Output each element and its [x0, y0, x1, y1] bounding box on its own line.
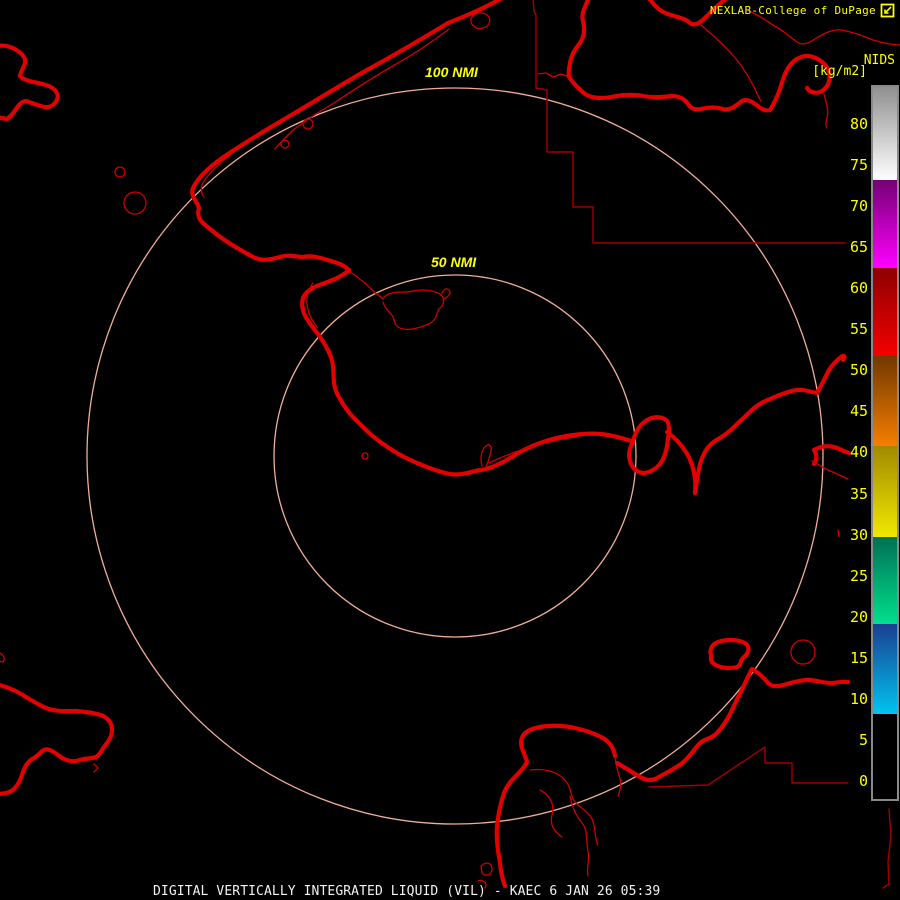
colorbar-tick-label: 30: [849, 526, 868, 544]
colorbar-tick-label: 5: [858, 731, 868, 749]
colorbar-tick-labels: 80 75 70 65 60 55 50 45 40 35 30 25 20 15 10 5 0: [832, 0, 868, 900]
colorbar-tick-label: 50: [849, 361, 868, 379]
colorbar-tick-label: 75: [849, 156, 868, 174]
map-small-circle-2: [302, 118, 314, 130]
map-small-circle-3: [280, 139, 290, 149]
colorbar-tick-label: 15: [849, 649, 868, 667]
map-junction-west-line: [537, 72, 570, 78]
colorbar-segment-4: [873, 446, 897, 537]
map-bay-inner-lakes: [529, 756, 622, 877]
dupage-logo-icon: [880, 3, 895, 18]
colorbar-segment-5: [873, 537, 897, 624]
colorbar-tick-label: 0: [858, 772, 868, 790]
colorbar-tick-label: 65: [849, 238, 868, 256]
radar-map-svg: [0, 0, 900, 889]
range-ring-label-50nmi: 50 NMI: [431, 254, 477, 270]
legend-name-label: NIDS: [863, 53, 895, 68]
map-northeast-river: [664, 353, 847, 496]
colorbar-tick-label: 20: [849, 608, 868, 626]
colorbar-tick-label: 55: [849, 320, 868, 338]
map-south-barrier-detail: [480, 436, 578, 468]
map-south-coast-east: [614, 666, 851, 783]
colorbar-tick-label: 45: [849, 402, 868, 420]
map-southwest-island: [0, 683, 115, 796]
range-ring-label-100nmi: 100 NMI: [425, 64, 478, 80]
map-topleft-lake: [0, 43, 60, 122]
map-barrier-loop-nw: [470, 12, 491, 30]
colorbar: [871, 85, 899, 801]
colorbar-tick-label: 35: [849, 485, 868, 503]
colorbar-tick-label: 70: [849, 197, 868, 215]
map-main-coastline: [190, 0, 634, 477]
colorbar-tick-label: 10: [849, 690, 868, 708]
radar-display: 100 NMI 50 NMI NEXLAB-College of DuPage …: [0, 0, 900, 900]
map-southeast-island-loop: [708, 637, 751, 671]
colorbar-tick-label: 60: [849, 279, 868, 297]
map-county-line-farright: [882, 808, 892, 889]
colorbar-segment-2: [873, 268, 897, 356]
product-caption: DIGITAL VERTICALLY INTEGRATED LIQUID (VI…: [153, 884, 661, 899]
colorbar-tick-label: 40: [849, 443, 868, 461]
outer-range-ring: [86, 87, 824, 825]
map-small-circle-1: [123, 191, 147, 215]
map-small-circle-5: [790, 639, 816, 665]
map-barrier-islands-nw: [200, 28, 450, 198]
map-small-circle-0: [114, 166, 126, 178]
colorbar-segment-7: [873, 714, 897, 797]
colorbar-tick-label: 80: [849, 115, 868, 133]
map-south-bay-outline: [494, 723, 618, 889]
colorbar-segment-1: [873, 180, 897, 268]
colorbar-segment-3: [873, 356, 897, 446]
map-small-circle-4: [361, 452, 369, 460]
colorbar-segment-0: [873, 87, 897, 180]
map-river-branch-detail: [700, 24, 762, 102]
map-river-loop-tail: [823, 93, 829, 129]
inner-range-ring: [273, 274, 637, 638]
map-county-line-north: [532, 0, 846, 244]
colorbar-segment-6: [873, 624, 897, 714]
colorbar-tick-label: 25: [849, 567, 868, 585]
